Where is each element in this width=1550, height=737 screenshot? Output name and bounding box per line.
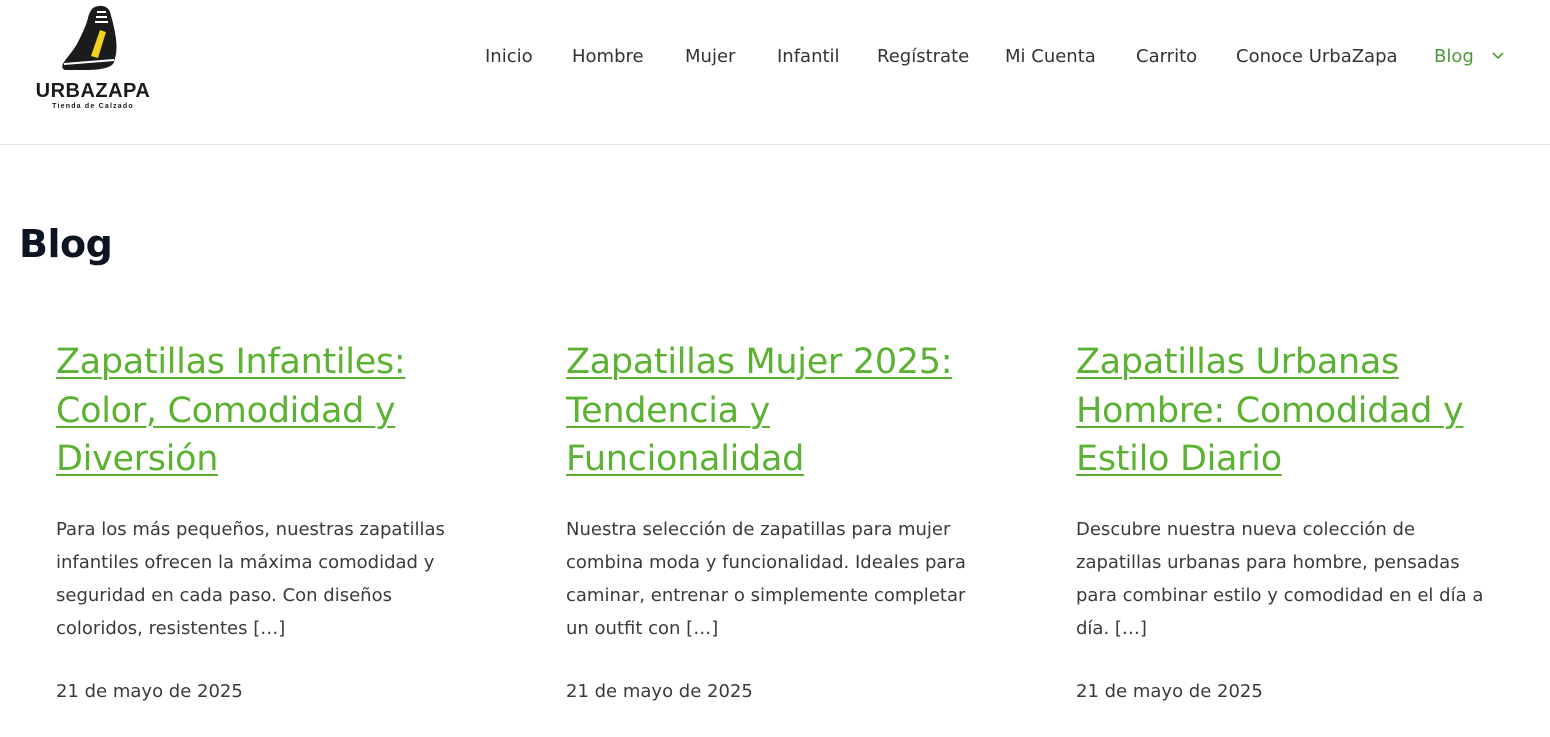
- nav-item-conoce-urbazapa[interactable]: Conoce UrbaZapa: [1236, 46, 1398, 70]
- site-header: URBAZAPA Tienda de Calzado Inicio Hombre…: [0, 0, 1550, 145]
- post-card: Zapatillas Infantiles: Color, Comodidad …: [56, 338, 486, 702]
- post-card: Zapatillas Mujer 2025: Tendencia y Funci…: [566, 338, 996, 702]
- post-excerpt: Para los más pequeños, nuestras zapatill…: [56, 519, 445, 639]
- nav-item-blog-label: Blog: [1434, 46, 1474, 67]
- nav-item-infantil[interactable]: Infantil: [777, 46, 840, 70]
- post-title-link[interactable]: Zapatillas Urbanas Hombre: Comodidad y E…: [1076, 338, 1506, 484]
- page-title: Blog: [19, 222, 113, 266]
- post-title-link[interactable]: Zapatillas Infantiles: Color, Comodidad …: [56, 338, 486, 484]
- nav-item-mi-cuenta[interactable]: Mi Cuenta: [1005, 46, 1096, 70]
- post-date: 21 de mayo de 2025: [1076, 681, 1263, 702]
- nav-item-mujer[interactable]: Mujer: [685, 46, 735, 70]
- post-card: Zapatillas Urbanas Hombre: Comodidad y E…: [1076, 338, 1506, 702]
- nav-item-carrito[interactable]: Carrito: [1136, 46, 1197, 70]
- nav-item-registrate[interactable]: Regístrate: [877, 46, 969, 70]
- post-excerpt: Descubre nuestra nueva colección de zapa…: [1076, 519, 1484, 639]
- post-date: 21 de mayo de 2025: [56, 681, 243, 702]
- nav-item-hombre[interactable]: Hombre: [572, 46, 644, 70]
- chevron-down-icon[interactable]: [1492, 52, 1504, 60]
- post-title-link[interactable]: Zapatillas Mujer 2025: Tendencia y Funci…: [566, 338, 996, 484]
- nav-item-inicio[interactable]: Inicio: [485, 46, 533, 70]
- post-excerpt: Nuestra selección de zapatillas para muj…: [566, 519, 966, 639]
- nav-item-blog[interactable]: Blog: [1434, 46, 1514, 70]
- post-date: 21 de mayo de 2025: [566, 681, 753, 702]
- main-nav: Inicio Hombre Mujer Infantil Regístrate …: [0, 0, 1550, 118]
